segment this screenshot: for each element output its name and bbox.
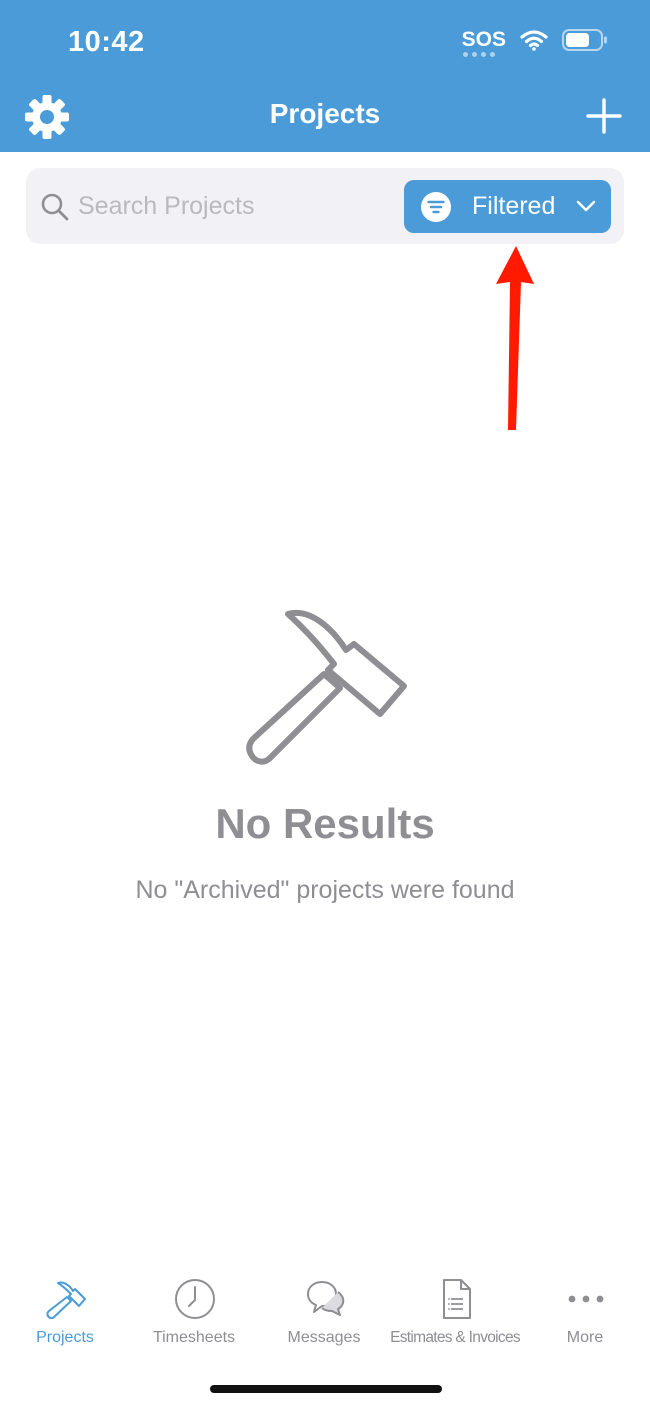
search-input[interactable] <box>78 186 398 226</box>
tab-estimates-invoices[interactable]: Estimates & Invoices <box>390 1268 521 1358</box>
document-icon <box>443 1279 471 1319</box>
status-indicators: SOS <box>461 28 608 57</box>
battery-icon <box>562 29 607 51</box>
projects-screen: 10:42 SOS Projects Search Projects Filte… <box>0 0 650 1407</box>
annotation-arrow-icon <box>496 246 534 430</box>
home-indicator[interactable] <box>210 1385 442 1393</box>
hammer-icon <box>246 609 407 765</box>
header: 10:42 SOS Projects <box>0 0 650 152</box>
sos-label: SOS <box>461 28 506 51</box>
page-title: Projects <box>269 98 381 129</box>
filter-icon <box>421 192 451 222</box>
add-project-plus-icon[interactable] <box>584 96 624 136</box>
chat-bubbles-icon <box>307 1281 345 1316</box>
empty-state-title: No Results <box>215 800 435 847</box>
more-icon <box>568 1295 604 1303</box>
status-time: 10:42 <box>68 26 145 58</box>
tab-projects[interactable]: Projects <box>0 1268 130 1358</box>
tab-label: Estimates & Invoices <box>390 1329 521 1346</box>
tab-bar: Projects Timesheets Messages Estimates &… <box>0 1268 650 1358</box>
tab-timesheets[interactable]: Timesheets <box>129 1268 259 1358</box>
tab-messages[interactable]: Messages <box>259 1268 389 1358</box>
clock-icon <box>175 1279 215 1319</box>
sos-indicator: SOS <box>461 28 506 57</box>
hammer-icon <box>46 1281 86 1320</box>
chevron-down-icon <box>576 200 596 212</box>
tab-label: Messages <box>287 1329 361 1346</box>
tab-label: More <box>566 1329 604 1346</box>
filter-label: Filtered <box>472 192 556 220</box>
tab-more[interactable]: More <box>520 1268 650 1358</box>
search-bar: Filtered <box>26 168 624 244</box>
filter-button[interactable]: Filtered <box>404 180 611 233</box>
tab-label: Timesheets <box>152 1329 236 1346</box>
empty-state-message: No "Archived" projects were found <box>135 876 515 904</box>
signal-dots <box>462 52 495 57</box>
search-icon <box>41 193 69 221</box>
wifi-icon <box>520 30 548 51</box>
